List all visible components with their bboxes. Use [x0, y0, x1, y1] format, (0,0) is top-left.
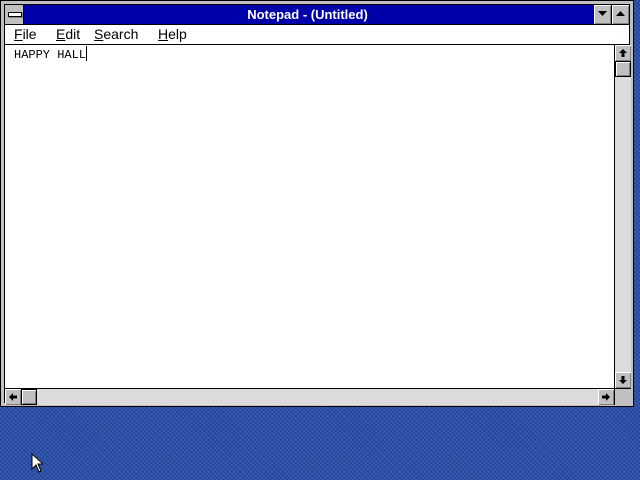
- title-bar[interactable]: Notepad - (Untitled): [5, 5, 629, 25]
- window-client: Notepad - (Untitled) File Edit Search He…: [4, 4, 631, 405]
- minimize-button[interactable]: [593, 5, 611, 24]
- system-menu-button[interactable]: [5, 5, 24, 24]
- left-arrow-icon: [9, 393, 17, 401]
- document-text-line: HAPPY HALL: [14, 46, 88, 63]
- text-caret: [86, 46, 88, 61]
- vertical-scroll-thumb[interactable]: [615, 61, 631, 77]
- scrollbar-corner: [614, 388, 631, 405]
- menu-file[interactable]: File: [14, 25, 37, 44]
- menu-file-accel: F: [14, 26, 23, 42]
- down-triangle-icon: [598, 11, 607, 16]
- scroll-right-button[interactable]: [598, 389, 614, 405]
- menu-help-accel: H: [158, 26, 169, 42]
- horizontal-scroll-thumb[interactable]: [21, 389, 37, 405]
- arrow-cursor-icon: [31, 453, 43, 473]
- menu-help-label: elp: [168, 26, 187, 42]
- menu-search-accel: S: [94, 26, 104, 42]
- notepad-window: Notepad - (Untitled) File Edit Search He…: [0, 0, 634, 407]
- up-triangle-icon: [616, 11, 625, 16]
- text-edit-area[interactable]: HAPPY HALL: [5, 45, 614, 388]
- right-arrow-icon: [602, 393, 610, 401]
- up-arrow-icon: [619, 49, 627, 57]
- maximize-button[interactable]: [611, 5, 629, 24]
- scroll-left-button[interactable]: [5, 389, 21, 405]
- menu-search-label: earch: [103, 26, 139, 42]
- menu-edit-label: dit: [65, 26, 81, 42]
- scroll-down-button[interactable]: [615, 372, 631, 388]
- menu-bar: File Edit Search Help: [5, 25, 629, 45]
- document-text: HAPPY HALL: [14, 48, 87, 62]
- menu-edit[interactable]: Edit: [56, 25, 80, 44]
- menu-edit-accel: E: [56, 26, 66, 42]
- menu-search[interactable]: Search: [94, 25, 138, 44]
- menu-help[interactable]: Help: [158, 25, 187, 44]
- down-arrow-icon: [619, 376, 627, 384]
- horizontal-scrollbar[interactable]: [5, 388, 614, 405]
- menu-file-label: ile: [22, 26, 37, 42]
- scroll-up-button[interactable]: [615, 45, 631, 61]
- window-title: Notepad - (Untitled): [247, 7, 368, 22]
- vertical-scrollbar[interactable]: [614, 45, 631, 388]
- system-menu-bar-icon: [8, 12, 22, 17]
